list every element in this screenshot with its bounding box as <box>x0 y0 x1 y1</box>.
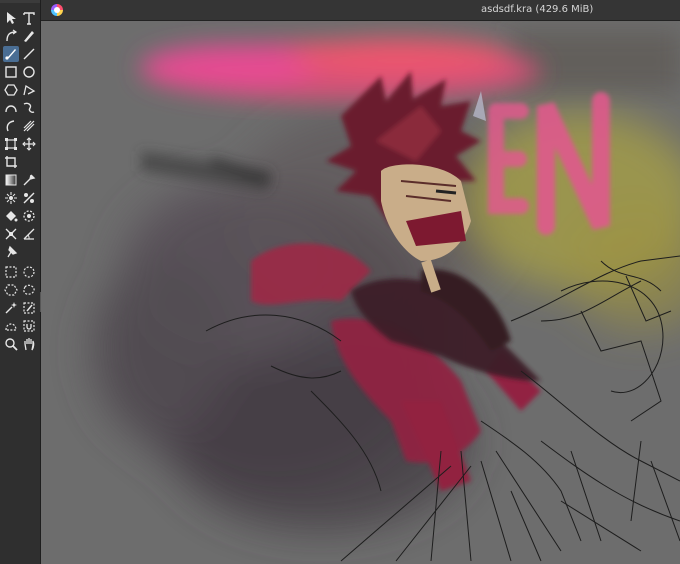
move-tool-icon[interactable] <box>21 136 37 152</box>
gradient-tool-icon[interactable] <box>3 172 19 188</box>
dynamic-brush-tool-icon[interactable] <box>3 118 19 134</box>
measure-tool-icon[interactable] <box>21 226 37 242</box>
toolbox <box>0 0 41 564</box>
similar-color-selection-icon[interactable] <box>21 300 37 316</box>
text-tool-icon[interactable] <box>21 10 37 26</box>
edit-shapes-tool-icon[interactable] <box>3 28 19 44</box>
freehand-brush-tool-icon[interactable] <box>3 46 19 62</box>
colorize-mask-tool-icon[interactable] <box>3 190 19 206</box>
magnetic-selection-icon[interactable] <box>21 318 37 334</box>
rectangle-tool-icon[interactable] <box>3 64 19 80</box>
freehand-selection-icon[interactable] <box>21 282 37 298</box>
dark-right-area <box>511 31 680 91</box>
contiguous-selection-icon[interactable] <box>3 300 19 316</box>
document-title: asdsdf.kra (429.6 MiB) <box>481 4 594 15</box>
crop-tool-icon[interactable] <box>3 154 19 170</box>
smart-patch-tool-icon[interactable] <box>21 190 37 206</box>
fill-tool-icon[interactable] <box>3 208 19 224</box>
polygonal-selection-icon[interactable] <box>3 282 19 298</box>
pan-tool-icon[interactable] <box>21 336 37 352</box>
reference-images-tool-icon[interactable] <box>3 244 19 260</box>
toolbox-header <box>0 0 40 3</box>
enclose-fill-tool-icon[interactable] <box>21 208 37 224</box>
multibrush-tool-icon[interactable] <box>21 118 37 134</box>
drawing-canvas[interactable] <box>41 21 680 564</box>
calligraphy-tool-icon[interactable] <box>21 28 37 44</box>
zoom-tool-icon[interactable] <box>3 336 19 352</box>
bezier-selection-icon[interactable] <box>3 318 19 334</box>
bezier-curve-tool-icon[interactable] <box>3 100 19 116</box>
elliptical-selection-icon[interactable] <box>21 264 37 280</box>
freehand-path-tool-icon[interactable] <box>21 100 37 116</box>
painting <box>91 31 680 562</box>
ellipse-tool-icon[interactable] <box>21 64 37 80</box>
assistant-tool-icon[interactable] <box>3 226 19 242</box>
transform-tool-icon[interactable] <box>3 136 19 152</box>
krita-app-icon <box>51 4 63 16</box>
polyline-tool-icon[interactable] <box>21 82 37 98</box>
line-tool-icon[interactable] <box>21 46 37 62</box>
polygon-tool-icon[interactable] <box>3 82 19 98</box>
select-shapes-tool-icon[interactable] <box>3 10 19 26</box>
rectangular-selection-icon[interactable] <box>3 264 19 280</box>
document-titlebar: asdsdf.kra (429.6 MiB) <box>41 0 680 21</box>
color-picker-icon[interactable] <box>21 172 37 188</box>
